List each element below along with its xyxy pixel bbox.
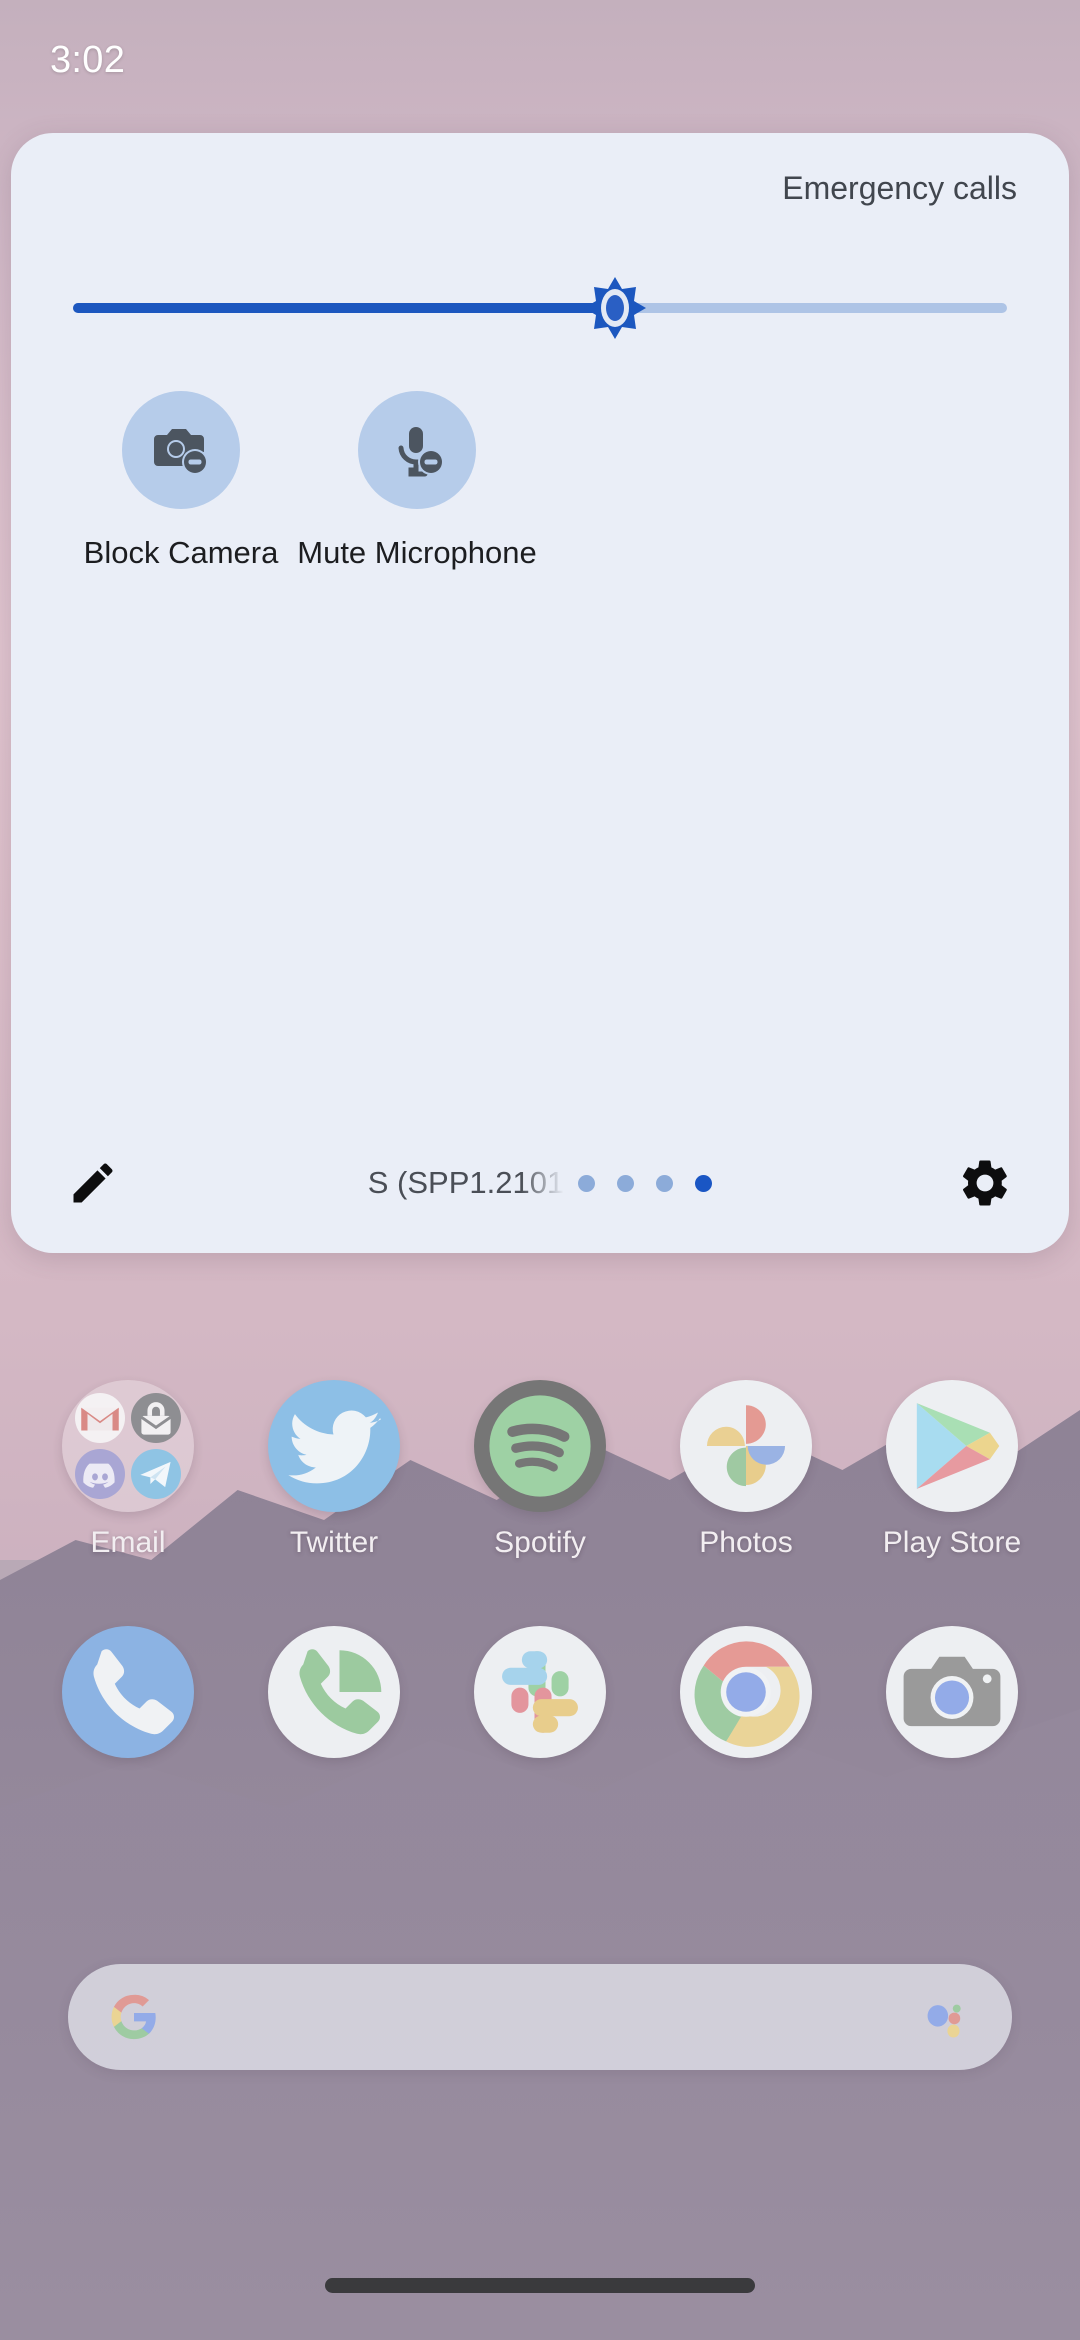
tile-mute-microphone[interactable]: Mute Microphone [297,391,537,571]
play-store-icon [886,1380,1018,1512]
app-play-store[interactable]: Play Store [872,1380,1032,1560]
dock-row [0,1626,1080,1758]
home-screen: Email Twitter Spotify Photos Play Store [0,1380,1080,2340]
page-dot[interactable] [617,1174,635,1192]
dock-app-phone[interactable] [48,1626,208,1758]
tile-block-camera-circle [122,391,240,509]
quick-settings-header: Emergency calls [11,133,1069,243]
phone-icon [62,1626,194,1758]
app-photos-label: Photos [699,1526,793,1559]
pencil-icon [73,1163,113,1203]
settings-button[interactable] [957,1155,1013,1211]
brightness-slider-fill [73,303,615,313]
app-email-label: Email [90,1526,166,1559]
build-version-text: S (SPP1.2101 [367,1165,565,1200]
discord-mini-icon [75,1449,125,1499]
emergency-calls-label[interactable]: Emergency calls [782,170,1017,207]
chrome-icon [680,1626,812,1758]
page-indicator-dots[interactable] [578,1174,713,1192]
brightness-slider-thumb[interactable] [580,273,650,343]
dock-app-chrome[interactable] [666,1626,826,1758]
microphone-mute-icon [398,427,444,477]
email-folder-icon [62,1380,194,1512]
dialer-icon [268,1626,400,1758]
slack-icon [474,1626,606,1758]
navigation-bar [0,2230,1080,2340]
spotify-icon [474,1380,606,1512]
quick-settings-panel: Emergency calls Block Camera Mute Microp… [11,133,1069,1253]
brightness-row [11,243,1069,373]
google-photos-icon [680,1380,812,1512]
twitter-icon [268,1380,400,1512]
gear-icon [962,1160,1007,1206]
tile-block-camera[interactable]: Block Camera [63,391,299,571]
quick-settings-empty-area [11,571,1069,1113]
edit-tiles-button[interactable] [67,1156,121,1210]
footer-center-group: S (SPP1.2101 [11,1113,1069,1253]
app-twitter[interactable]: Twitter [254,1380,414,1560]
tile-mute-microphone-circle [358,391,476,509]
dock-app-dialer[interactable] [254,1626,414,1758]
gmail-mini-icon [75,1393,125,1443]
app-play-store-label: Play Store [882,1526,1022,1559]
camera-block-icon [154,429,208,475]
tile-block-camera-label: Block Camera [83,535,279,570]
camera-icon [886,1626,1018,1758]
page-dot[interactable] [656,1174,674,1192]
page-dot[interactable] [695,1174,713,1192]
brightness-sun-icon [583,277,646,339]
status-bar: 3:02 [0,0,1080,120]
app-email[interactable]: Email [48,1380,208,1560]
app-spotify-label: Spotify [494,1526,586,1559]
folder-grid [62,1380,194,1512]
quick-settings-tiles: Block Camera Mute Microphone [11,373,1069,571]
quick-settings-footer: S (SPP1.2101 [11,1113,1069,1253]
dock-app-slack[interactable] [460,1626,620,1758]
app-twitter-label: Twitter [289,1526,379,1559]
tile-mute-microphone-label: Mute Microphone [297,535,537,570]
gesture-home-pill[interactable] [325,2277,755,2293]
telegram-mini-icon [131,1449,181,1499]
status-bar-clock: 3:02 [50,38,126,81]
protonmail-mini-icon [131,1393,181,1443]
app-row: Email Twitter Spotify Photos Play Store [0,1380,1080,1560]
app-spotify[interactable]: Spotify [460,1380,620,1560]
page-dot[interactable] [578,1174,596,1192]
brightness-slider[interactable] [73,277,1007,339]
dock-app-camera[interactable] [872,1626,1032,1758]
app-photos[interactable]: Photos [666,1380,826,1560]
